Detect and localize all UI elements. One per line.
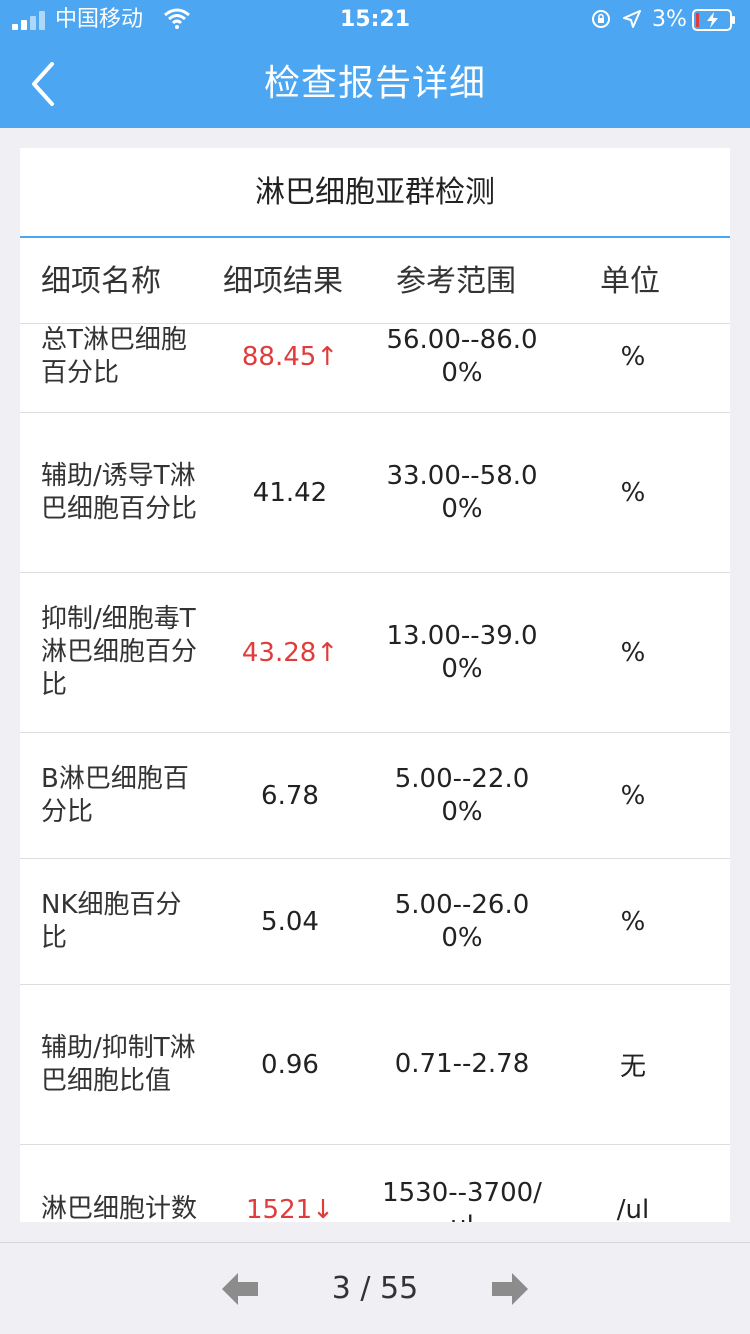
item-name: 辅助/诱导T淋巴细胞百分比 bbox=[41, 460, 198, 524]
item-range: 1530--3700/ul bbox=[382, 1177, 542, 1223]
item-unit: % bbox=[620, 637, 646, 668]
page-indicator: 3 / 55 bbox=[331, 1271, 419, 1306]
nav-bar: 检查报告详细 bbox=[0, 40, 750, 128]
item-name: 辅助/抑制T淋巴细胞比值 bbox=[41, 1032, 196, 1096]
table-body[interactable]: 总T淋巴细胞百分比 88.45↑ 56.00--86.00% % 辅助/诱导T淋… bbox=[20, 324, 730, 1222]
column-header-range: 参考范围 bbox=[396, 264, 516, 299]
item-unit: /ul bbox=[616, 1194, 650, 1223]
column-header-unit: 单位 bbox=[600, 264, 660, 299]
table-header: 细项名称 细项结果 参考范围 单位 bbox=[20, 240, 730, 324]
status-bar: 中国移动 15:21 3% bbox=[0, 0, 750, 40]
item-unit: 无 bbox=[619, 1052, 646, 1082]
item-result: 88.45↑ bbox=[241, 342, 339, 372]
item-result: 1521↓ bbox=[246, 1194, 334, 1223]
page-title: 检查报告详细 bbox=[263, 63, 486, 104]
column-header-name: 细项名称 bbox=[41, 264, 161, 299]
arrow-right-icon[interactable] bbox=[490, 1269, 530, 1309]
item-name: 总T淋巴细胞百分比 bbox=[41, 325, 187, 388]
report-title: 淋巴细胞亚群检测 bbox=[20, 148, 730, 238]
item-unit: % bbox=[620, 906, 646, 937]
table-row: 抑制/细胞毒T淋巴细胞百分比 43.28↑ 13.00--39.00% % bbox=[20, 573, 730, 733]
item-name: 抑制/细胞毒T淋巴细胞百分比 bbox=[41, 604, 198, 700]
table-row: 淋巴细胞计数 1521↓ 1530--3700/ul /ul bbox=[20, 1145, 730, 1223]
item-result: 41.42 bbox=[252, 477, 328, 508]
pager-bar: 3 / 55 bbox=[0, 1242, 750, 1334]
item-result: 6.78 bbox=[261, 780, 319, 811]
item-range: 5.00--26.00% bbox=[394, 889, 530, 953]
item-name: NK细胞百分比 bbox=[41, 889, 182, 953]
item-name: B淋巴细胞百分比 bbox=[41, 763, 189, 827]
back-button[interactable] bbox=[18, 54, 78, 114]
arrow-left-icon[interactable] bbox=[220, 1269, 260, 1309]
battery-percent: 3% bbox=[652, 7, 687, 32]
rotation-lock-icon bbox=[592, 10, 610, 28]
item-name: 淋巴细胞计数 bbox=[41, 1194, 198, 1222]
item-range: 33.00--58.00% bbox=[386, 460, 538, 524]
table-row: 辅助/抑制T淋巴细胞比值 0.96 0.71--2.78 无 bbox=[20, 985, 730, 1145]
report-card: 淋巴细胞亚群检测 细项名称 细项结果 参考范围 单位 总T淋巴细胞百分比 88.… bbox=[20, 148, 730, 1222]
item-unit: % bbox=[620, 780, 646, 811]
location-icon bbox=[623, 10, 641, 28]
item-unit: % bbox=[620, 477, 646, 508]
item-range: 56.00--86.00% bbox=[386, 325, 538, 388]
item-range: 5.00--22.00% bbox=[394, 763, 530, 827]
item-unit: % bbox=[620, 342, 646, 372]
item-result: 0.96 bbox=[261, 1049, 319, 1080]
battery-icon bbox=[692, 9, 735, 31]
item-range: 0.71--2.78 bbox=[394, 1049, 530, 1079]
table-row: B淋巴细胞百分比 6.78 5.00--22.00% % bbox=[20, 733, 730, 859]
item-result: 43.28↑ bbox=[241, 637, 339, 668]
item-range: 13.00--39.00% bbox=[386, 620, 538, 684]
table-row: 辅助/诱导T淋巴细胞百分比 41.42 33.00--58.00% % bbox=[20, 413, 730, 573]
table-row: 总T淋巴细胞百分比 88.45↑ 56.00--86.00% % bbox=[20, 324, 730, 413]
table-row: NK细胞百分比 5.04 5.00--26.00% % bbox=[20, 859, 730, 985]
item-result: 5.04 bbox=[261, 906, 319, 937]
top-bar: 中国移动 15:21 3% 检查报告详细 bbox=[0, 0, 750, 128]
column-header-result: 细项结果 bbox=[223, 264, 343, 299]
